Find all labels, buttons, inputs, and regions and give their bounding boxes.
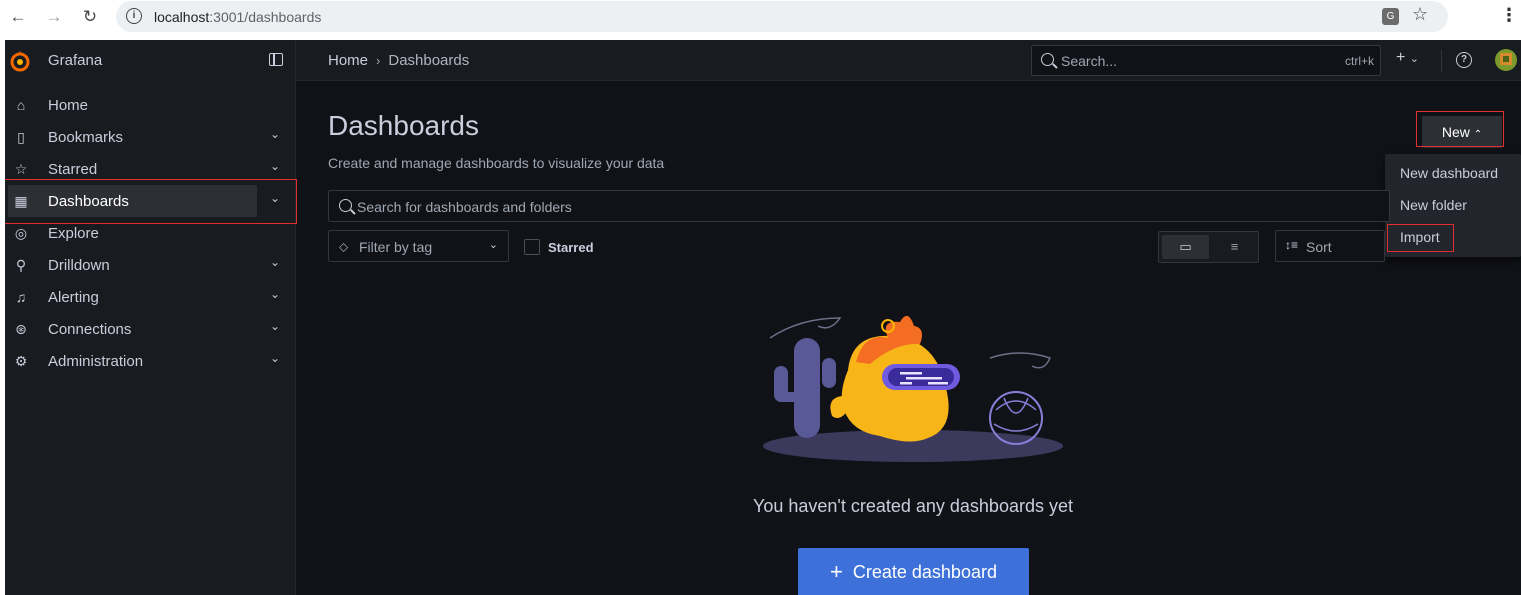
chevron-down-icon[interactable]: ⌄ <box>270 255 280 269</box>
toolbar-divider <box>1441 50 1442 72</box>
chevron-down-icon[interactable]: ⌄ <box>270 127 280 141</box>
url-path: :3001/dashboards <box>209 9 322 25</box>
sidebar-item-label: Starred <box>48 161 98 178</box>
create-dashboard-label: Create dashboard <box>852 562 997 582</box>
bookmark-icon: ▯ <box>17 129 25 145</box>
sort-label: Sort <box>1306 239 1332 255</box>
browser-toolbar: ← → ↻ i localhost:3001/dashboards G ☆ ⋮ <box>0 0 1521 34</box>
plus-icon: + <box>830 559 843 584</box>
starred-checkbox[interactable] <box>524 239 540 255</box>
search-placeholder: Search... <box>1061 53 1118 69</box>
list-view-icon[interactable]: ≡ <box>1211 235 1258 259</box>
sidebar-item-drilldown[interactable]: ⚲ Drilldown ⌄ <box>5 249 295 281</box>
breadcrumb-current: Dashboards <box>388 52 470 69</box>
chevron-right-icon: › <box>376 53 381 68</box>
address-bar[interactable]: i localhost:3001/dashboards G ☆ <box>116 1 1448 32</box>
star-icon: ☆ <box>14 161 28 177</box>
empty-state-message: You haven't created any dashboards yet <box>5 496 1521 517</box>
menu-item-new-dashboard[interactable]: New dashboard <box>1400 165 1498 181</box>
search-placeholder: Search for dashboards and folders <box>357 199 572 215</box>
starred-label[interactable]: Starred <box>548 240 594 255</box>
sidebar-item-label: Home <box>48 97 89 114</box>
search-shortcut: ctrl+k <box>1344 54 1374 68</box>
translate-icon[interactable]: G <box>1382 8 1399 25</box>
dashboard-search-input[interactable]: Search for dashboards and folders <box>328 190 1390 222</box>
sidebar-item-label: Explore <box>48 225 99 242</box>
bookmark-star-icon[interactable]: ☆ <box>1412 4 1428 25</box>
chevron-down-icon[interactable]: ⌄ <box>270 319 280 333</box>
avatar[interactable] <box>1495 49 1517 71</box>
add-menu-button[interactable]: + ⌄ <box>1396 49 1419 67</box>
breadcrumb-home[interactable]: Home <box>328 52 368 69</box>
sidebar-item-home[interactable]: ⌂ Home <box>5 89 295 121</box>
dashboards-highlight-box <box>5 179 297 224</box>
sidebar-item-administration[interactable]: ⚙ Administration ⌄ <box>5 345 295 377</box>
sort-icon: ↕≡ <box>1285 238 1299 252</box>
new-button-highlight-box <box>1416 111 1504 147</box>
gear-icon: ⚙ <box>14 353 28 369</box>
menu-item-new-folder[interactable]: New folder <box>1400 197 1467 213</box>
search-icon <box>1041 53 1054 66</box>
drilldown-icon: ⚲ <box>15 257 27 273</box>
compass-icon: ◎ <box>14 225 28 241</box>
back-arrow-icon[interactable]: ← <box>6 5 30 29</box>
sidebar-item-label: Drilldown <box>48 257 110 274</box>
sidebar-item-connections[interactable]: ⊛ Connections ⌄ <box>5 313 295 345</box>
tag-filter-select[interactable]: ⬦ Filter by tag ⌄ <box>328 230 509 262</box>
dock-menu-icon[interactable] <box>269 53 283 66</box>
grafana-logo-icon[interactable] <box>9 50 31 72</box>
bell-icon: ♫ <box>15 289 27 305</box>
chevron-down-icon[interactable]: ⌄ <box>270 287 280 301</box>
import-highlight-box <box>1387 224 1454 252</box>
chevron-down-icon[interactable]: ⌄ <box>270 351 280 365</box>
forward-arrow-icon[interactable]: → <box>42 5 66 29</box>
global-search-input[interactable]: Search... ctrl+k <box>1031 45 1381 76</box>
search-icon <box>339 199 352 212</box>
create-dashboard-button[interactable]: + Create dashboard <box>798 548 1029 595</box>
folder-view-icon[interactable]: ▭ <box>1162 235 1209 259</box>
chevron-down-icon: ⌄ <box>488 239 498 251</box>
sidebar-item-label: Bookmarks <box>48 129 124 146</box>
grafana-app: Grafana ⌂ Home ▯ Bookmarks ⌄ ☆ Starred ⌄… <box>5 40 1521 595</box>
chevron-down-icon[interactable]: ⌄ <box>270 159 280 173</box>
sidebar-item-label: Alerting <box>48 289 99 306</box>
home-icon: ⌂ <box>16 97 26 113</box>
site-info-icon[interactable]: i <box>126 8 142 24</box>
tag-icon: ⬦ <box>339 239 349 254</box>
sidebar-item-alerting[interactable]: ♫ Alerting ⌄ <box>5 281 295 313</box>
sidebar-item-label: Administration <box>48 353 144 370</box>
sidebar-item-label: Connections <box>48 321 132 338</box>
address-url[interactable]: localhost:3001/dashboards <box>154 9 321 25</box>
browser-menu-icon[interactable]: ⋮ <box>1500 5 1518 26</box>
breadcrumb: Home › Dashboards <box>328 52 469 69</box>
reload-icon[interactable]: ↻ <box>78 5 102 29</box>
help-icon[interactable]: ? <box>1456 52 1472 68</box>
chevron-down-icon: ⌄ <box>1409 53 1420 65</box>
page-subtitle: Create and manage dashboards to visualiz… <box>328 155 665 171</box>
tag-filter-placeholder: Filter by tag <box>359 239 433 255</box>
empty-state-text: You haven't created any dashboards yet <box>752 496 1073 516</box>
page-title: Dashboards <box>328 110 479 141</box>
connections-icon: ⊛ <box>15 321 27 337</box>
view-toggle: ▭ ≡ <box>1158 231 1259 263</box>
url-host: localhost <box>154 9 210 25</box>
brand-name[interactable]: Grafana <box>48 52 102 69</box>
sidebar-item-bookmarks[interactable]: ▯ Bookmarks ⌄ <box>5 121 295 153</box>
sort-select[interactable]: ↕≡ Sort <box>1275 230 1385 262</box>
empty-state-illustration <box>763 315 1063 462</box>
